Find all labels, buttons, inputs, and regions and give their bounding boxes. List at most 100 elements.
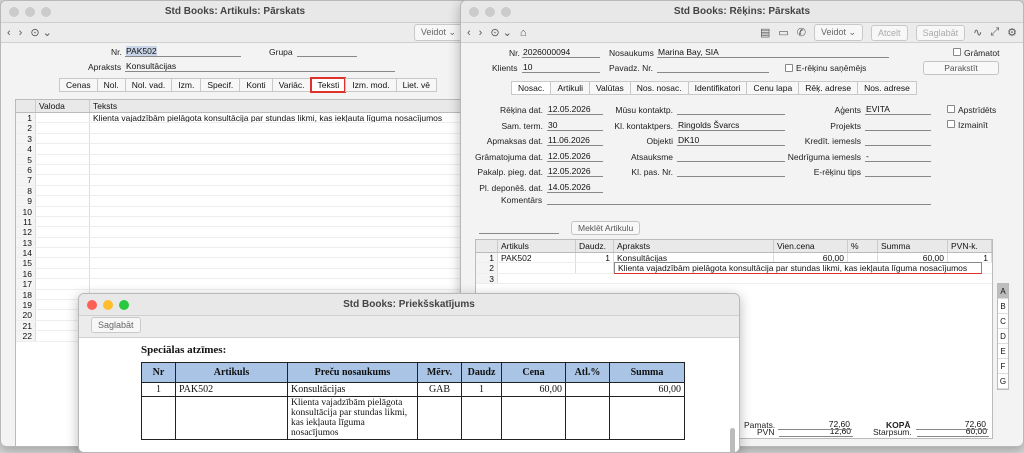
tab-0[interactable]: Cenas	[59, 78, 97, 92]
tab-6[interactable]: Variāc.	[271, 78, 311, 92]
table-row[interactable]: 7	[16, 175, 469, 186]
right_fields-field-3[interactable]: -	[865, 151, 931, 162]
teksts-cell[interactable]	[90, 248, 469, 257]
table-row[interactable]: 6	[16, 164, 469, 176]
valoda-cell[interactable]	[36, 206, 90, 216]
print-icon[interactable]: ▤	[760, 26, 770, 39]
close-icon[interactable]	[87, 299, 97, 310]
nosaukums-field[interactable]: Marina Bay, SIA	[657, 47, 889, 58]
valoda-cell[interactable]	[36, 185, 90, 196]
tab-5[interactable]: Cenu lapa	[746, 81, 799, 95]
meklet-artikulu-button[interactable]: Meklēt Artikulu	[571, 221, 641, 235]
valoda-cell[interactable]	[36, 144, 90, 154]
teksts-cell[interactable]	[90, 165, 469, 174]
side-letter-4[interactable]: E	[998, 344, 1008, 359]
veidot-button[interactable]: Veidot ⌄	[413, 24, 463, 41]
pvn-k-header[interactable]: PVN-k.	[948, 240, 992, 252]
table-row[interactable]: 10	[16, 206, 469, 217]
teksts-cell[interactable]	[90, 134, 469, 143]
left_fields-field-5[interactable]: 14.05.2026	[547, 182, 603, 193]
artikuls-header[interactable]: Artikuls	[498, 240, 576, 252]
right_fields-field-0[interactable]: EVITA	[865, 104, 931, 115]
tab-4[interactable]: Identifikatori	[687, 81, 747, 95]
cena-cell[interactable]: 60,00	[774, 253, 848, 263]
table-row[interactable]: 17	[16, 279, 469, 290]
komentars-field[interactable]	[547, 194, 931, 205]
window-controls[interactable]	[469, 6, 511, 17]
pct-header[interactable]: %	[848, 240, 878, 252]
left_fields-field-4[interactable]: 12.05.2026	[547, 166, 603, 177]
izmainit-checkbox[interactable]	[947, 120, 955, 128]
teksts-cell[interactable]	[90, 269, 469, 278]
table-row[interactable]: 15	[16, 258, 469, 269]
table-row[interactable]: 11	[16, 216, 469, 228]
teksts-cell[interactable]	[90, 123, 469, 132]
apraksts-text-editor[interactable]: Klienta vajadzībām pielāgota konsultācij…	[614, 262, 982, 275]
expand-icon[interactable]: ⤢	[990, 26, 999, 39]
left_fields-field-3[interactable]: 12.05.2026	[547, 151, 603, 162]
tab-3[interactable]: Izm.	[171, 78, 201, 92]
tab-5[interactable]: Konti	[239, 78, 272, 92]
side-letter-3[interactable]: D	[998, 329, 1008, 344]
valoda-cell[interactable]	[36, 237, 90, 248]
mid_fields-field-2[interactable]: DK10	[677, 135, 785, 146]
table-row[interactable]: 9	[16, 196, 469, 207]
table-row[interactable]: 14	[16, 248, 469, 259]
minimize-icon[interactable]	[103, 299, 113, 310]
table-row[interactable]: 4	[16, 144, 469, 155]
tab-1[interactable]: Artikuli	[550, 81, 589, 95]
table-row[interactable]: 3	[476, 273, 992, 285]
pct-cell[interactable]	[848, 253, 878, 263]
gramatot-checkbox[interactable]	[953, 48, 961, 56]
side-letter-0[interactable]: A	[998, 284, 1008, 299]
settings-icon[interactable]: ⚙	[1007, 26, 1017, 39]
more-icon[interactable]: ⊙ ⌄	[30, 26, 52, 39]
teksts-cell[interactable]	[90, 155, 469, 164]
tab-3[interactable]: Nos. nosac.	[629, 81, 688, 95]
teksts-cell[interactable]	[90, 217, 469, 226]
teksts-cell[interactable]: Klienta vajadzībām pielāgota konsultācij…	[90, 113, 469, 122]
valoda-cell[interactable]	[36, 268, 90, 279]
tab-9[interactable]: Liet. vē	[395, 78, 437, 92]
valoda-cell[interactable]	[36, 154, 90, 164]
artikuls-search-field[interactable]	[479, 223, 559, 234]
window-controls[interactable]	[87, 299, 129, 310]
window-controls[interactable]	[9, 6, 51, 17]
tab-7[interactable]: Teksti	[309, 77, 347, 93]
table-row[interactable]: 1 Klienta vajadzībām pielāgota konsultāci…	[16, 113, 469, 124]
daudz-header[interactable]: Daudz.	[576, 240, 614, 252]
valoda-cell[interactable]	[36, 196, 90, 206]
pvn-cell[interactable]: 1	[948, 253, 992, 263]
apstridets-checkbox[interactable]	[947, 105, 955, 113]
teksts-cell[interactable]	[90, 144, 469, 153]
pavadz-field[interactable]	[657, 62, 769, 73]
saglabat-button[interactable]: Saglabāt	[915, 24, 966, 41]
nr-field[interactable]: PAK502	[125, 46, 241, 57]
right_fields-field-1[interactable]	[865, 120, 931, 131]
teksts-cell[interactable]	[90, 238, 469, 247]
table-row[interactable]: 12	[16, 227, 469, 238]
rekins-titlebar[interactable]: Std Books: Rēķins: Pārskats	[461, 1, 1023, 23]
summa-header[interactable]: Summa	[878, 240, 948, 252]
valoda-cell[interactable]	[36, 279, 90, 289]
side-letter-5[interactable]: F	[998, 359, 1008, 374]
valoda-cell[interactable]	[36, 164, 90, 175]
tab-0[interactable]: Nosac.	[511, 81, 551, 95]
artikuls-cell[interactable]	[498, 263, 576, 273]
erekinu-checkbox[interactable]	[785, 64, 793, 72]
apraksts-cell[interactable]: Konsultācijas	[614, 253, 774, 263]
tab-2[interactable]: Valūtas	[588, 81, 630, 95]
left_fields-field-2[interactable]: 11.06.2026	[547, 135, 603, 146]
left_fields-field-0[interactable]: 12.05.2026	[547, 104, 603, 115]
forward-icon[interactable]: ›	[19, 27, 23, 39]
valoda-cell[interactable]	[36, 175, 90, 185]
vien-cena-header[interactable]: Vien.cena	[774, 240, 848, 252]
teksts-cell[interactable]	[90, 227, 469, 236]
klients-field[interactable]: 10	[522, 62, 600, 73]
teksts-cell[interactable]	[90, 258, 469, 267]
side-letter-1[interactable]: B	[998, 299, 1008, 314]
valoda-header[interactable]: Valoda	[36, 100, 90, 112]
right_fields-field-2[interactable]	[865, 135, 931, 146]
mid_fields-field-0[interactable]	[677, 104, 785, 115]
mid_fields-field-4[interactable]	[677, 166, 785, 177]
